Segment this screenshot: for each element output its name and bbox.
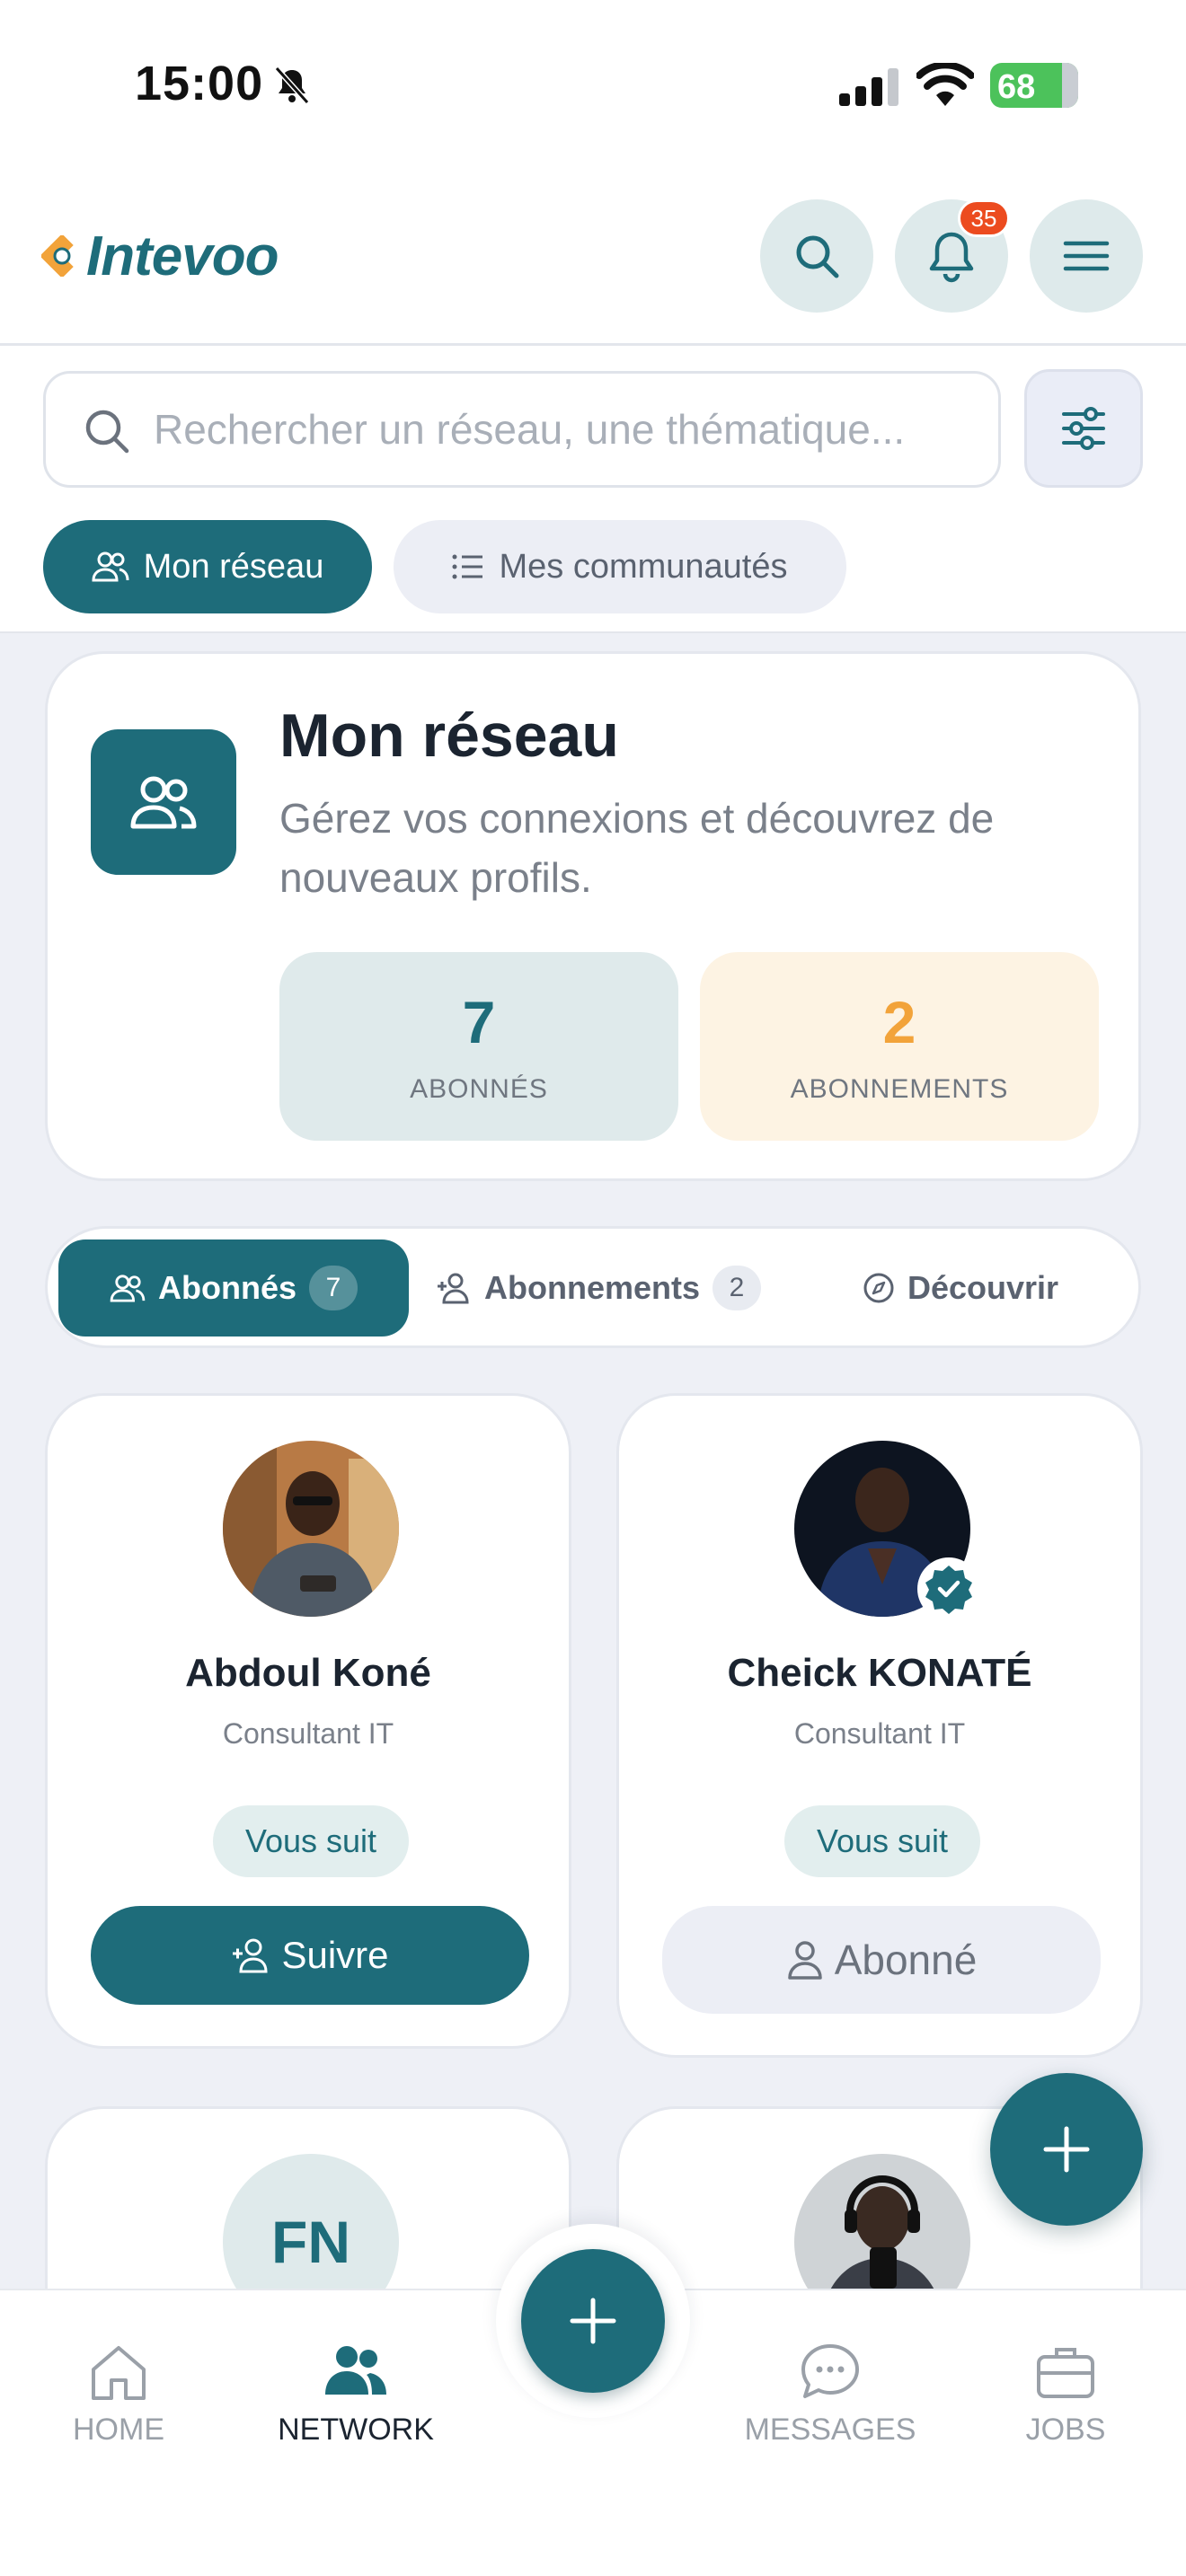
nav-network[interactable]: NETWORK [266,2341,446,2448]
tab-decouvrir[interactable]: Découvrir [790,1239,1131,1337]
tab-label: Abonnés [157,1269,296,1306]
network-tabs: Abonnés 7 Abonnements 2 Découvrir [45,1226,1141,1348]
plus-icon [570,2298,616,2344]
avatar-photo [794,2154,970,2290]
app-header: Intevoo 35 [0,171,1186,346]
tab-count: 7 [309,1266,358,1310]
battery-level: 68 [997,68,1036,106]
followers-count: 7 [462,989,496,1055]
nav-jobs[interactable]: JOBS [976,2341,1155,2448]
avatar-initials: FN [223,2154,399,2290]
search-icon [85,410,129,454]
page-title: Mon réseau [279,701,619,770]
person-name: Abdoul Koné [185,1651,431,1695]
followers-stat[interactable]: 7 ABONNÉS [279,952,678,1141]
user-plus-icon [437,1273,469,1304]
list-icon [452,554,483,579]
network-content[interactable]: Mon réseau Gérez vos connexions et décou… [0,633,1186,2290]
segment-mon-reseau[interactable]: Mon réseau [43,520,372,613]
following-count: 2 [882,989,916,1055]
follow-button-label: Suivre [281,1934,389,1976]
users-icon [92,551,129,582]
avatar[interactable] [794,2154,970,2290]
network-icon [325,2346,386,2395]
follow-button[interactable]: Suivre [91,1906,529,2005]
person-card[interactable]: Abdoul Koné Consultant IT Vous suit Suiv… [45,1393,571,2049]
nav-messages[interactable]: MESSAGES [740,2341,920,2448]
filter-button[interactable] [1024,369,1143,488]
bell-icon [929,232,974,283]
network-summary-card: Mon réseau Gérez vos connexions et décou… [45,651,1141,1181]
battery-icon: 68 [990,63,1078,108]
nav-label: MESSAGES [744,2413,916,2447]
segment-label: Mes communautés [499,547,788,586]
avatar-photo [223,1441,399,1617]
tab-count: 2 [712,1266,761,1310]
person-role: Consultant IT [793,1717,966,1750]
signal-icon [839,68,898,106]
app-logo[interactable]: Intevoo [41,225,279,287]
briefcase-icon [1037,2348,1094,2398]
person-card[interactable]: FN [45,2106,571,2290]
nav-label: JOBS [1025,2413,1106,2447]
sliders-icon [1062,407,1105,450]
verified-badge [917,1557,980,1620]
following-stat[interactable]: 2 ABONNEMENTS [700,952,1099,1141]
tab-label: Abonnements [483,1269,700,1306]
page-subtitle: Gérez vos connexions et découvrez de nou… [279,795,995,901]
search-field[interactable] [43,371,1001,488]
nav-label: HOME [73,2413,164,2447]
network-icon-tile [91,729,236,875]
status-bar: 15:00 68 [0,0,1186,171]
menu-button[interactable] [1030,199,1143,313]
nav-label: NETWORK [278,2413,434,2447]
tab-abonnements[interactable]: Abonnements 2 [414,1239,783,1337]
user-icon [787,1941,822,1980]
hamburger-icon [1063,241,1110,271]
tab-label: Découvrir [907,1269,1059,1306]
verified-icon [925,1566,972,1614]
nav-home[interactable]: HOME [29,2341,208,2448]
chat-bubble-icon [801,2344,859,2398]
home-icon [92,2346,146,2400]
create-button[interactable] [521,2249,665,2393]
person-role: Consultant IT [222,1717,394,1750]
compass-icon [863,1273,894,1303]
user-plus-icon [233,1938,268,1973]
wifi-icon [916,63,974,106]
notification-badge: 35 [958,199,1010,237]
network-toolbar: Mon réseau Mes communautés [0,346,1186,633]
users-icon [130,776,197,829]
logo-mark-icon [41,235,74,277]
follows-you-badge: Vous suit [784,1805,980,1877]
segment-label: Mon réseau [143,547,324,586]
silent-mode-icon [274,66,310,105]
search-input[interactable] [154,393,980,465]
segment-mes-communautes[interactable]: Mes communautés [394,520,846,613]
followers-label: ABONNÉS [410,1074,548,1104]
logo-text: Intevoo [86,225,279,287]
avatar[interactable] [223,1441,399,1617]
tab-abonnes[interactable]: Abonnés 7 [58,1239,409,1337]
person-card[interactable]: Cheick KONATÉ Consultant IT Vous suit Ab… [616,1393,1143,2058]
add-button[interactable] [990,2073,1143,2226]
subscribed-button-label: Abonné [834,1936,978,1983]
search-button[interactable] [760,199,873,313]
following-label: ABONNEMENTS [790,1074,1009,1104]
follows-you-badge: Vous suit [213,1805,409,1877]
subscribed-button[interactable]: Abonné [662,1906,1101,2014]
plus-icon [1043,2126,1090,2173]
person-name: Cheick KONATÉ [727,1651,1032,1695]
search-icon [796,235,839,278]
status-time: 15:00 [135,57,264,110]
users-icon [110,1275,146,1302]
